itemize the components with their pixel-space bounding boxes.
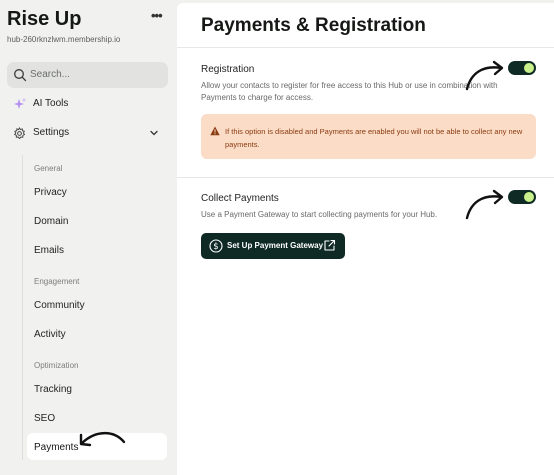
warning-text: If this option is disabled and Payments … [225,127,523,149]
sidebar: Rise Up ••• hub-260rknzlwm.membership.io… [0,0,177,475]
collect-payments-toggle[interactable] [508,190,536,204]
group-label-engagement: Engagement [34,277,80,286]
dollar-icon: $ [209,239,223,253]
page-title: Payments & Registration [201,15,426,36]
sidebar-item-label: AI Tools [33,98,69,109]
settings-tree-line [22,155,23,460]
search-icon [14,69,27,82]
sidebar-item-tracking[interactable]: Tracking [34,384,72,395]
sidebar-item-label: Payments [34,442,79,453]
registration-title: Registration [201,64,255,75]
collect-payments-title: Collect Payments [201,193,279,204]
sidebar-item-community[interactable]: Community [34,300,85,311]
divider [177,47,554,48]
external-link-icon [324,239,336,251]
arrow-annotation-icon [79,431,126,447]
hub-url: hub-260rknzlwm.membership.io [7,35,121,44]
arrow-annotation-icon [465,189,504,220]
toggle-knob [524,192,534,202]
main-panel: Payments & Registration Registration All… [177,3,554,475]
brand-name: Rise Up [7,8,82,30]
sidebar-item-seo[interactable]: SEO [34,413,55,424]
divider [177,177,554,178]
gear-icon [13,127,26,140]
more-menu-icon[interactable]: ••• [151,8,163,23]
setup-payment-gateway-button[interactable]: $ Set Up Payment Gateway [201,233,345,259]
search-input[interactable]: Search... [7,62,168,88]
group-label-optimization: Optimization [34,361,79,370]
chevron-down-icon[interactable] [149,128,159,138]
button-label: Set Up Payment Gateway [227,241,324,250]
toggle-knob [524,63,534,73]
warning-icon [210,126,220,136]
warning-banner: If this option is disabled and Payments … [201,114,536,159]
sidebar-item-settings[interactable]: Settings [13,126,161,142]
collect-payments-description: Use a Payment Gateway to start collectin… [201,210,438,219]
sidebar-item-activity[interactable]: Activity [34,329,66,340]
registration-toggle[interactable] [508,61,536,75]
sparkle-icon [14,97,27,109]
group-label-general: General [34,164,63,173]
arrow-annotation-icon [465,60,504,91]
search-placeholder: Search... [30,69,71,80]
svg-text:$: $ [213,242,218,252]
sidebar-item-domain[interactable]: Domain [34,216,68,227]
sidebar-item-privacy[interactable]: Privacy [34,187,67,198]
sidebar-item-label: Settings [33,127,70,138]
sidebar-item-emails[interactable]: Emails [34,245,64,256]
